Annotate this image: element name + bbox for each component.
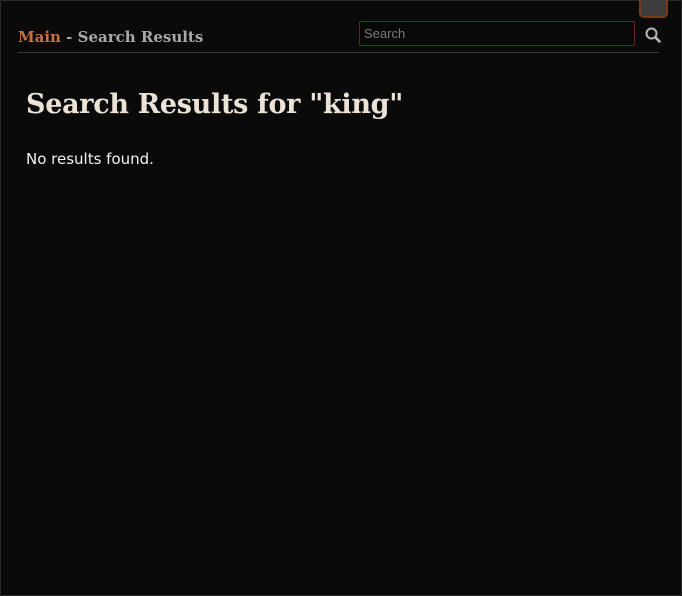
breadcrumb-separator: - — [60, 28, 78, 46]
top-navigation-bar: Main - Search Results — [18, 19, 662, 53]
breadcrumb: Main - Search Results — [18, 28, 203, 46]
search-icon — [645, 27, 661, 43]
no-results-message: No results found. — [26, 150, 154, 168]
search-button[interactable] — [644, 26, 662, 44]
page-title: Search Results for "king" — [26, 89, 403, 120]
breadcrumb-home-link[interactable]: Main — [18, 28, 61, 46]
breadcrumb-current-page: Search Results — [77, 28, 204, 46]
app-window: Main - Search Results Search Results for… — [0, 0, 682, 596]
main-content: Search Results for "king" No results fou… — [26, 85, 656, 169]
search-input[interactable] — [359, 21, 635, 46]
corner-menu-button[interactable] — [639, 0, 668, 18]
